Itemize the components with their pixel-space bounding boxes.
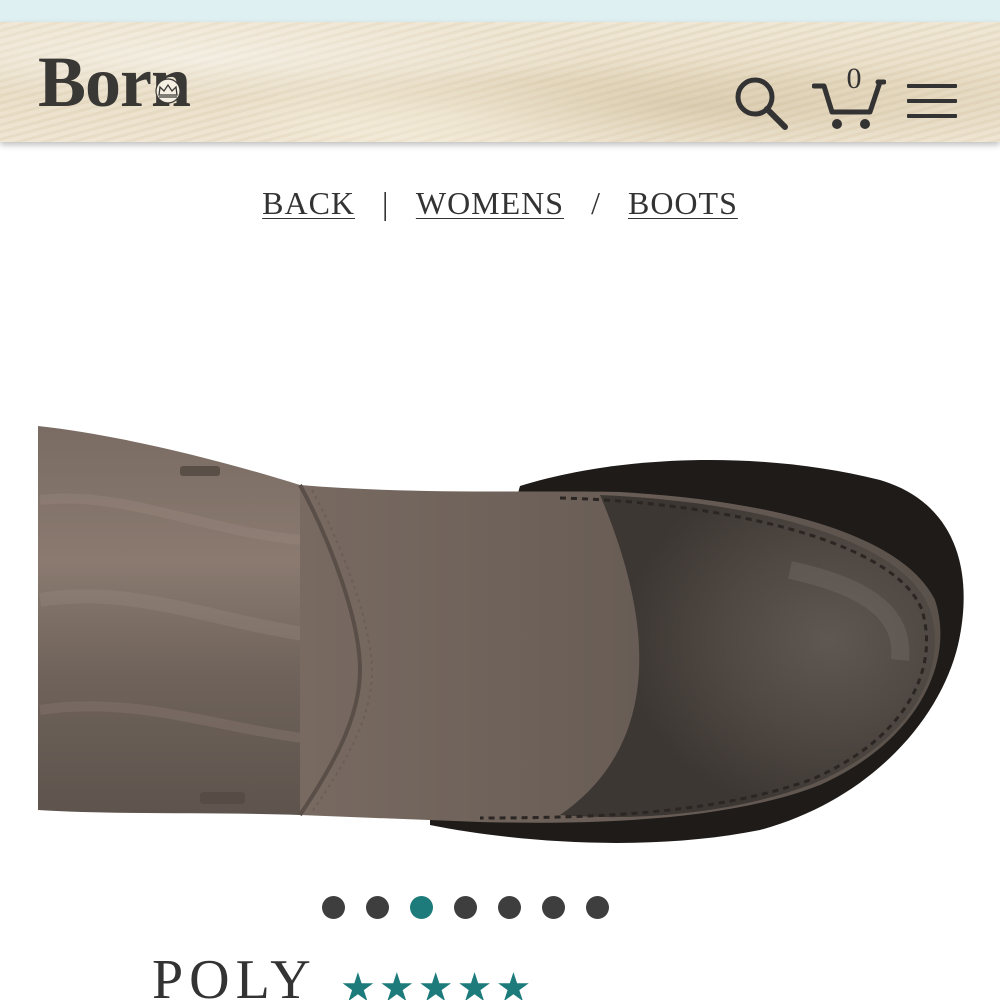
carousel-dot[interactable]: [454, 896, 477, 919]
top-strip: [0, 0, 1000, 22]
star-icon: ★: [378, 965, 415, 1000]
search-button[interactable]: [732, 74, 790, 132]
product-name: POLY: [152, 949, 317, 1000]
carousel-dot[interactable]: [498, 896, 521, 919]
image-carousel-dots: [322, 896, 609, 920]
hamburger-menu-icon-bar: [907, 99, 957, 103]
breadcrumb-womens-link[interactable]: WOMENS: [416, 185, 564, 221]
breadcrumb: BACK | WOMENS / BOOTS: [0, 185, 1000, 222]
product-image[interactable]: [0, 240, 1000, 870]
product-rating[interactable]: ★ ★ ★ ★ ★: [340, 968, 531, 1000]
boot-image: [38, 426, 964, 843]
carousel-dot[interactable]: [586, 896, 609, 919]
search-icon: [735, 77, 788, 130]
star-icon: ★: [456, 965, 493, 1000]
hamburger-menu-icon-bar: [907, 114, 957, 118]
carousel-dot[interactable]: [322, 896, 345, 919]
breadcrumb-separator: /: [591, 185, 601, 221]
star-icon: ★: [340, 965, 376, 1000]
carousel-dot[interactable]: [366, 896, 389, 919]
breadcrumb-separator: |: [382, 185, 390, 221]
star-icon: ★: [495, 965, 532, 1000]
breadcrumb-boots-link[interactable]: BOOTS: [628, 185, 738, 221]
cart-count: 0: [846, 62, 862, 95]
star-icon: ★: [417, 965, 454, 1000]
cart-button[interactable]: 0: [811, 62, 887, 132]
crown-icon: [155, 78, 181, 104]
brand-logo[interactable]: Born: [38, 42, 288, 122]
breadcrumb-back-link[interactable]: BACK: [262, 185, 355, 221]
carousel-dot[interactable]: [542, 896, 565, 919]
menu-button[interactable]: [905, 80, 959, 122]
carousel-dot[interactable]: [410, 896, 433, 919]
hamburger-menu-icon: [907, 84, 957, 88]
site-header: Born 0: [0, 22, 1000, 142]
